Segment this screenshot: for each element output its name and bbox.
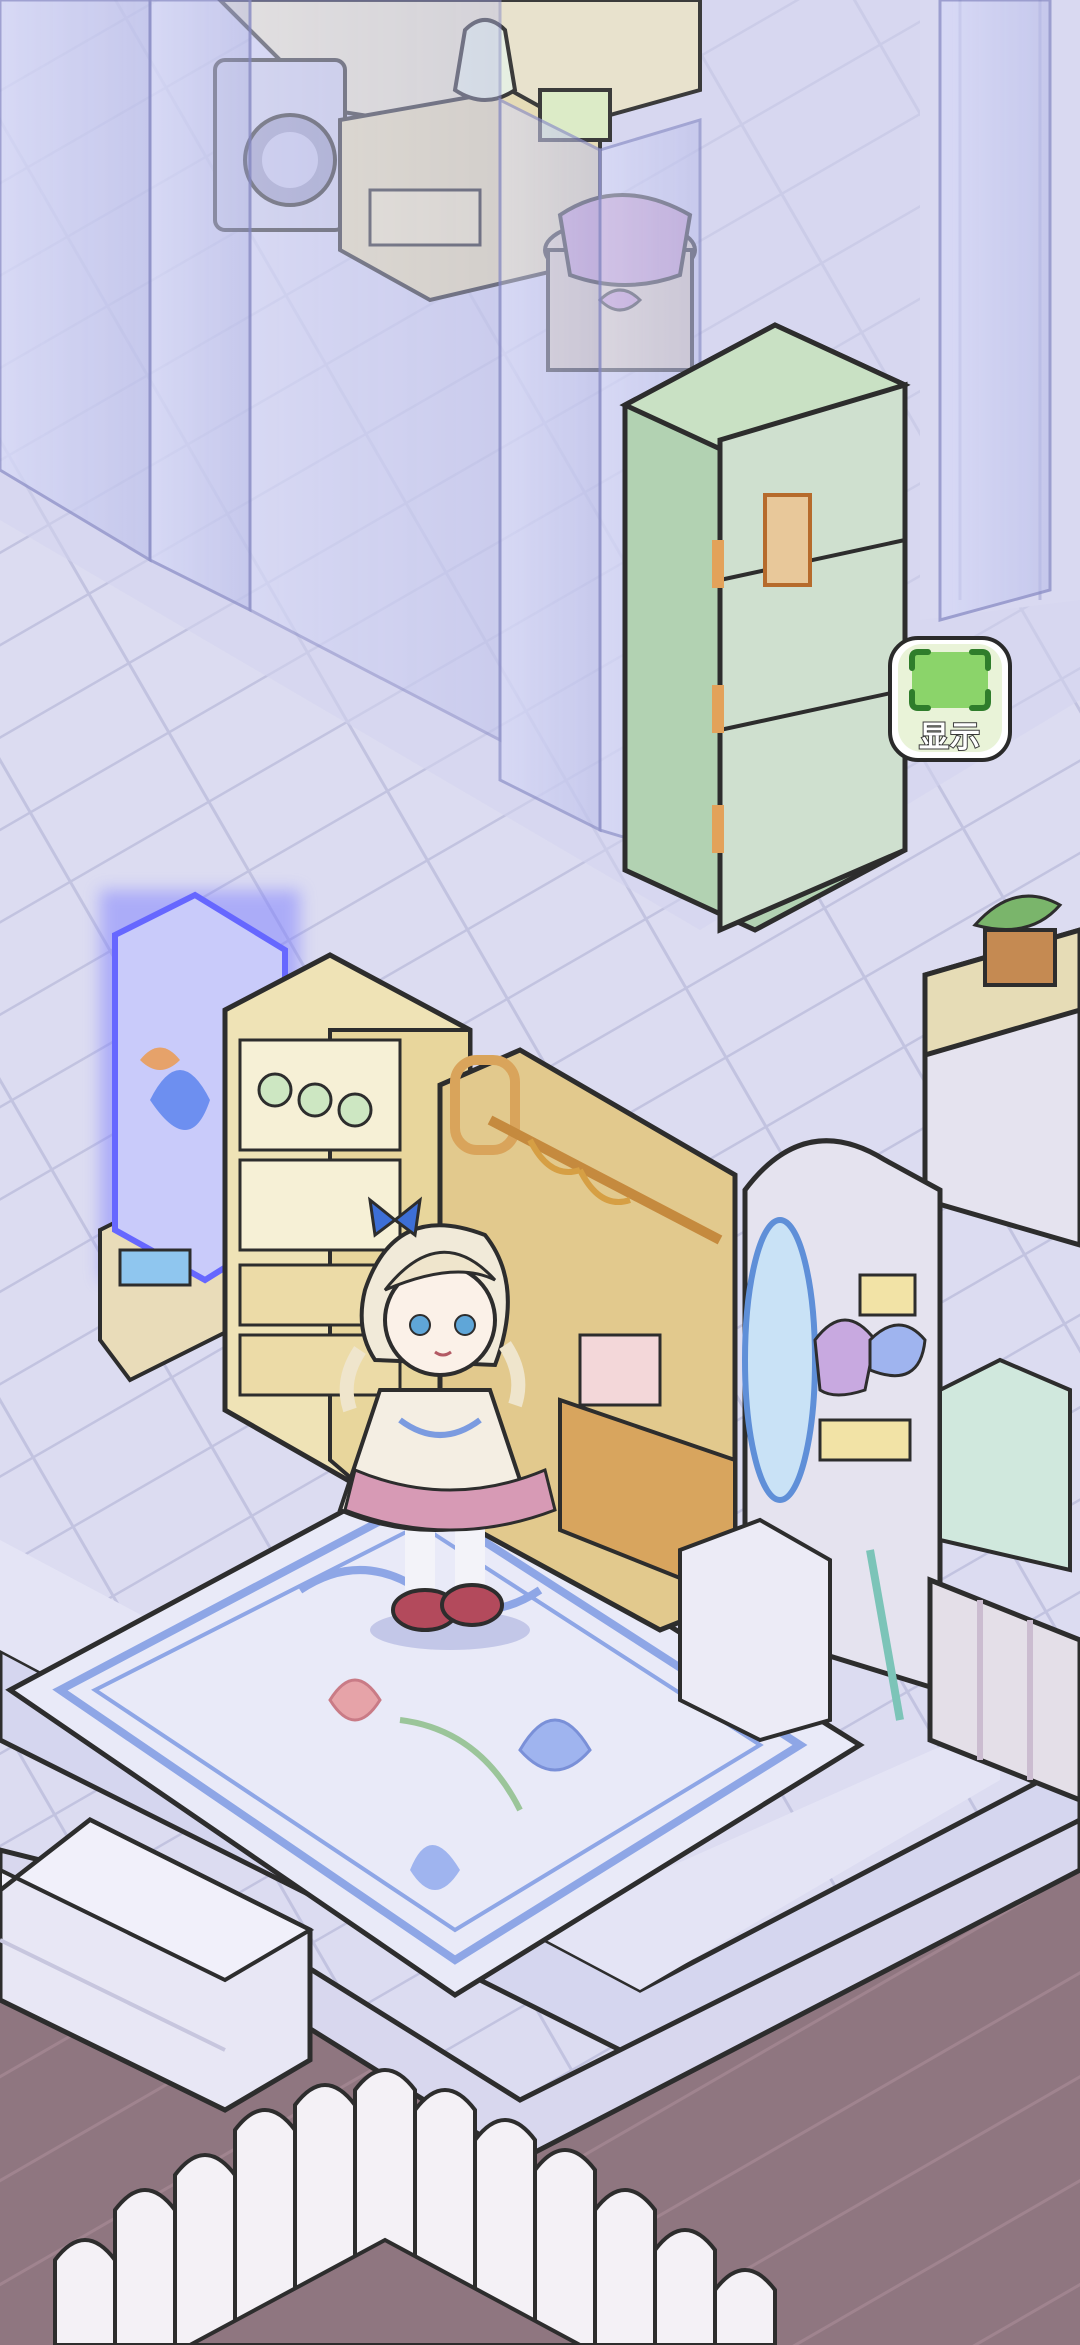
show-toggle-label: 显示 [918,719,981,756]
show-toggle-button[interactable]: 显示 [888,636,1012,762]
bench [938,1357,1072,1573]
fridge [619,322,911,934]
game-scene[interactable] [0,0,1080,2345]
focus-frame-icon [909,649,991,711]
